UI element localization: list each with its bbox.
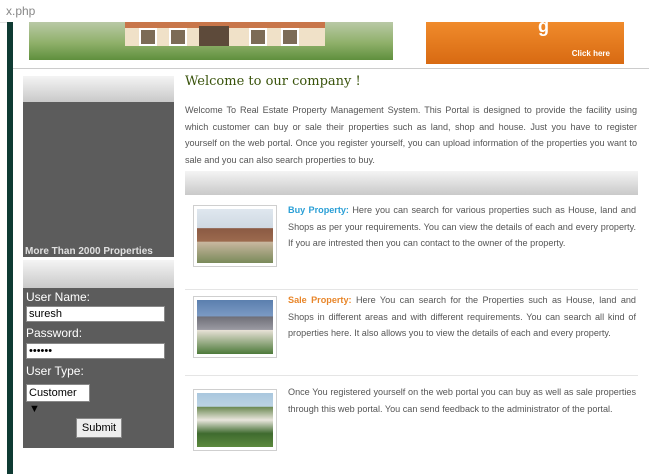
feature-divider — [185, 289, 638, 290]
welcome-title: Welcome to our company ! — [185, 74, 361, 89]
banner-divider — [13, 68, 649, 69]
sale-property-text: Sale Property: Here You can search for t… — [288, 292, 636, 342]
username-label: User Name: — [26, 290, 91, 304]
submit-button[interactable]: Submit — [76, 418, 122, 438]
banner-house-image — [29, 22, 393, 60]
usertype-select[interactable]: Customer ▼ — [26, 384, 90, 415]
address-text: x.php — [6, 4, 36, 18]
usertype-value: Customer — [29, 387, 77, 399]
login-box-header — [23, 260, 174, 288]
sidebar-marquee-box: More Than 2000 Properties — [23, 102, 174, 257]
promo-text: g — [538, 16, 549, 36]
register-property-image — [193, 389, 277, 451]
sidebar-box-header — [23, 76, 174, 102]
marquee-text: More Than 2000 Properties — [25, 246, 153, 257]
click-here-link[interactable]: Click here — [572, 49, 610, 58]
page: g Click here More Than 2000 Properties U… — [13, 16, 649, 474]
banner: g Click here — [13, 16, 649, 66]
password-input[interactable]: •••••• — [26, 343, 165, 359]
buy-property-text: Buy Property: Here you can search for va… — [288, 202, 636, 252]
register-desc: Once You registered yourself on the web … — [288, 387, 636, 414]
dropdown-arrow-icon: ▼ — [29, 403, 40, 415]
register-text: Once You registered yourself on the web … — [288, 384, 636, 417]
browser-address-bar[interactable]: x.php — [0, 0, 649, 23]
buy-property-title[interactable]: Buy Property: — [288, 205, 349, 215]
buy-property-image — [193, 205, 277, 267]
feature-divider — [185, 375, 638, 376]
sale-property-title[interactable]: Sale Property: — [288, 295, 352, 305]
sale-property-image — [193, 296, 277, 358]
usertype-label: User Type: — [26, 364, 84, 378]
promo-banner[interactable]: g Click here — [426, 16, 624, 64]
password-label: Password: — [26, 326, 83, 340]
login-form: User Name: suresh Password: •••••• User … — [23, 288, 174, 448]
section-header-bar — [185, 171, 638, 195]
intro-paragraph: Welcome To Real Estate Property Manageme… — [185, 105, 637, 165]
username-input[interactable]: suresh — [26, 306, 165, 322]
